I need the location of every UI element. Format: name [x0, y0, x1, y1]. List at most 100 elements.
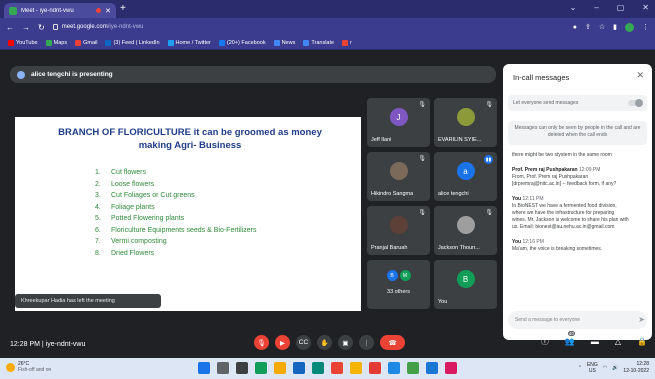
- leave-call-button[interactable]: ☎: [380, 335, 405, 350]
- avatar: [389, 216, 408, 234]
- slide-item-number: 7.: [95, 238, 101, 245]
- mic-off-button[interactable]: 🎙: [254, 335, 269, 350]
- chat-message-input[interactable]: Send a message to everyone: [508, 311, 647, 329]
- bookmark-r[interactable]: r: [342, 39, 352, 46]
- message-text: From, Prof. Prem raj Pushpakaran: [512, 174, 589, 180]
- close-tab-icon[interactable]: ✕: [105, 7, 111, 15]
- weather-widget[interactable]: 26°C Fish-off and on: [6, 361, 51, 373]
- side-controls: ⓘ 👥 40 ▬ △ 🔒: [541, 331, 647, 347]
- restore-icon[interactable]: ▢: [617, 3, 625, 12]
- captions-button[interactable]: CC: [296, 335, 311, 350]
- profile-avatar[interactable]: [625, 22, 634, 32]
- mic-off-icon: 🎙: [418, 102, 426, 108]
- slide-item-number: 8.: [95, 249, 101, 257]
- participant-tile[interactable]: 🎙 Hikindro Sangma: [367, 152, 430, 201]
- raise-hand-button[interactable]: ✋: [317, 335, 332, 350]
- task-view-icon[interactable]: [236, 362, 248, 374]
- slide-item-number: 1.: [95, 169, 101, 176]
- participant-tile[interactable]: 🎙 Pranjal Baruah: [367, 206, 430, 255]
- activities-icon[interactable]: △: [615, 337, 621, 346]
- star-icon[interactable]: ☆: [599, 23, 605, 31]
- media-icon[interactable]: [445, 362, 457, 374]
- store-icon[interactable]: [293, 362, 305, 374]
- chrome-icon[interactable]: [255, 362, 267, 374]
- reload-icon[interactable]: ↻: [38, 23, 45, 32]
- slide-item-text: Potted Flowering plants: [111, 215, 185, 222]
- office-icon[interactable]: [369, 362, 381, 374]
- participant-tile[interactable]: ▮▮ a alice tengchi: [434, 152, 497, 201]
- send-messages-toggle[interactable]: [628, 98, 643, 107]
- message-header: Prof. Prem raj Pushpakaran 12:09 PM: [512, 167, 646, 173]
- tab-title: Meet - iye-ndnt-vwu: [21, 7, 74, 14]
- camera-off-button[interactable]: ▶: [275, 335, 290, 350]
- folder-icon[interactable]: [350, 362, 362, 374]
- slide-item: 4. Foliage plants: [95, 202, 257, 214]
- sidepanel-icon[interactable]: ▮: [613, 23, 617, 31]
- slide-item: 6. Floriculture Equipments seeds & Bio-Fe…: [95, 225, 257, 237]
- omnibox[interactable]: meet.google.com/iye-ndnt-vwu: [52, 21, 565, 34]
- bookmark-gmail[interactable]: Gmail: [75, 39, 97, 46]
- start-icon[interactable]: [198, 362, 210, 374]
- forward-icon[interactable]: →: [22, 23, 30, 32]
- avatar: J: [389, 108, 408, 126]
- avatar: [456, 108, 475, 126]
- language-indicator[interactable]: ENG US: [587, 362, 598, 374]
- participant-name: Pranjal Baruah: [371, 245, 408, 251]
- participant-tile[interactable]: 🎙 EVARILIN SYIE...: [434, 98, 497, 147]
- bookmark-label: News: [281, 39, 296, 46]
- bookmark-label: (3) Feed | LinkedIn: [113, 39, 160, 46]
- message-author: You: [512, 196, 522, 202]
- slide-list: 1. Cut flowers 2. Loose flowers 3. Cut Foli…: [95, 167, 257, 259]
- word-icon[interactable]: [388, 362, 400, 374]
- people-button[interactable]: 👥 40: [565, 331, 575, 346]
- clock[interactable]: 12:28 12-10-2022: [623, 361, 649, 375]
- share-icon[interactable]: ⇪: [585, 23, 591, 31]
- outlook-icon[interactable]: [426, 362, 438, 374]
- tab-meet[interactable]: Meet - iye-ndnt-vwu ✕: [4, 3, 116, 18]
- participant-name: Hikindro Sangma: [371, 191, 414, 197]
- bookmark-twitter[interactable]: Home / Twitter: [167, 39, 211, 46]
- recording-dot-icon: [96, 8, 102, 13]
- more-options-button[interactable]: ⋮: [359, 335, 374, 350]
- search-icon[interactable]: [217, 362, 229, 374]
- bookmark-linkedin[interactable]: (3) Feed | LinkedIn: [105, 39, 160, 46]
- message-text: us. Email: bionest@au.nehu.ac.in@gmail.c…: [512, 224, 615, 230]
- excel-icon[interactable]: [407, 362, 419, 374]
- info-icon[interactable]: ⓘ: [541, 336, 549, 347]
- bookmark-maps[interactable]: Maps: [45, 39, 67, 46]
- volume-icon[interactable]: 🔊: [612, 365, 618, 371]
- file-explorer-icon[interactable]: [274, 362, 286, 374]
- minimize-icon[interactable]: –: [594, 3, 598, 12]
- send-icon[interactable]: ➤: [638, 315, 645, 324]
- present-icon: [17, 70, 25, 79]
- lock-icon[interactable]: [52, 24, 58, 30]
- chevron-up-icon[interactable]: ⌃: [578, 365, 582, 371]
- bookmark-facebook[interactable]: (20+) Facebook: [218, 39, 266, 46]
- close-icon[interactable]: ✕: [636, 70, 644, 81]
- host-controls-icon[interactable]: 🔒: [637, 337, 647, 346]
- bookmark-translate[interactable]: Translate: [303, 39, 334, 46]
- back-icon[interactable]: ←: [6, 23, 14, 32]
- menu-icon[interactable]: ⋮: [642, 23, 649, 31]
- twitter-icon: [167, 39, 174, 46]
- new-tab-button[interactable]: +: [120, 3, 126, 14]
- participant-tile[interactable]: 🎙 J Jeff Ilani: [367, 98, 430, 147]
- chrome-app-icon[interactable]: [331, 362, 343, 374]
- present-button[interactable]: ▣: [338, 335, 353, 350]
- mail-icon[interactable]: [312, 362, 324, 374]
- address-bar-icons: ● ⇪ ☆ ▮ ⋮: [573, 22, 649, 32]
- wifi-icon[interactable]: ◠: [603, 365, 607, 371]
- participant-tile[interactable]: 🎙 Jackson Thoun...: [434, 206, 497, 255]
- bookmark-youtube[interactable]: YouTube: [8, 39, 38, 46]
- chat-icon[interactable]: ▬: [591, 337, 599, 346]
- close-window-icon[interactable]: ✕: [642, 3, 649, 12]
- others-tile[interactable]: B M 33 others: [367, 260, 430, 309]
- tab-search-icon[interactable]: ⌄: [570, 3, 577, 12]
- camera-in-use-icon[interactable]: ●: [573, 24, 577, 31]
- bookmark-news[interactable]: News: [273, 39, 296, 46]
- bookmark-label: Home / Twitter: [175, 39, 211, 46]
- chat-message: You 12:11 PM In BioNEST we have a fermen…: [512, 196, 646, 231]
- meeting-info: 12:28 PM | iye-ndnt-vwu: [10, 341, 86, 348]
- call-controls: 🎙 ▶ CC ✋ ▣ ⋮ ☎: [254, 335, 405, 350]
- self-tile[interactable]: B You: [434, 260, 497, 309]
